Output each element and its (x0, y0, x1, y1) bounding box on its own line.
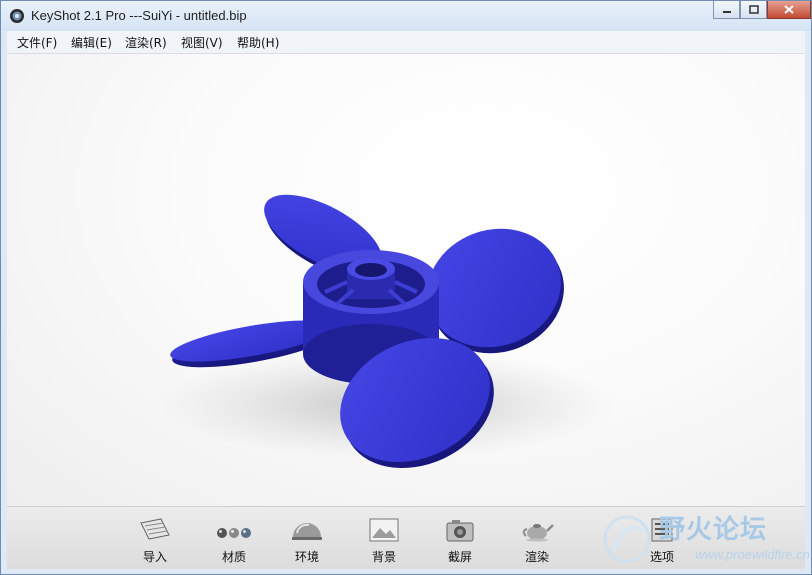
forum-watermark: 野火论坛 www.proewildfire.cn (599, 509, 810, 569)
close-button[interactable] (767, 1, 811, 19)
menu-file[interactable]: 文件(F) (17, 34, 57, 51)
import-button[interactable]: 导入 (120, 513, 190, 567)
maximize-icon (748, 5, 759, 14)
environment-dome-icon (292, 523, 322, 540)
teapot-icon (522, 524, 554, 542)
menu-render[interactable]: 渲染(R) (125, 34, 167, 51)
screenshot-button[interactable]: 截屏 (425, 513, 495, 567)
watermark-name: 野火论坛 (659, 515, 768, 545)
camera-icon (446, 520, 474, 542)
watermark-url: www.proewildfire.cn (695, 547, 810, 562)
menu-help[interactable]: 帮助(H) (237, 34, 279, 51)
maximize-button[interactable] (740, 1, 767, 19)
import-icon (140, 518, 170, 540)
background-image-icon (369, 518, 399, 542)
import-label: 导入 (142, 550, 167, 564)
material-button[interactable]: 材质 (199, 513, 269, 567)
menu-bar: 文件(F) 编辑(E) 渲染(R) 视图(V) 帮助(H) (7, 31, 805, 54)
render-label: 渲染 (524, 550, 549, 564)
render-button[interactable]: 渲染 (502, 513, 572, 567)
propeller-model (157, 194, 617, 469)
window-controls (713, 1, 811, 20)
watermark-logo-icon (603, 515, 651, 563)
background-label: 背景 (371, 550, 396, 564)
app-window: KeyShot 2.1 Pro ---SuiYi - untitled.bip … (0, 0, 812, 575)
material-spheres-icon (217, 528, 251, 538)
keyshot-app-icon (10, 9, 24, 23)
title-bar[interactable]: KeyShot 2.1 Pro ---SuiYi - untitled.bip (1, 1, 811, 31)
menu-view[interactable]: 视图(V) (181, 34, 223, 51)
render-viewport[interactable] (7, 54, 805, 506)
menu-edit[interactable]: 编辑(E) (71, 34, 112, 51)
window-title: KeyShot 2.1 Pro ---SuiYi - untitled.bip (31, 8, 247, 23)
close-icon (784, 5, 794, 14)
minimize-icon (722, 10, 731, 13)
background-button[interactable]: 背景 (349, 513, 419, 567)
screenshot-label: 截屏 (447, 550, 472, 564)
minimize-button[interactable] (713, 1, 740, 19)
environment-button[interactable]: 环境 (272, 513, 342, 567)
material-label: 材质 (221, 550, 246, 564)
environment-label: 环境 (294, 550, 319, 564)
